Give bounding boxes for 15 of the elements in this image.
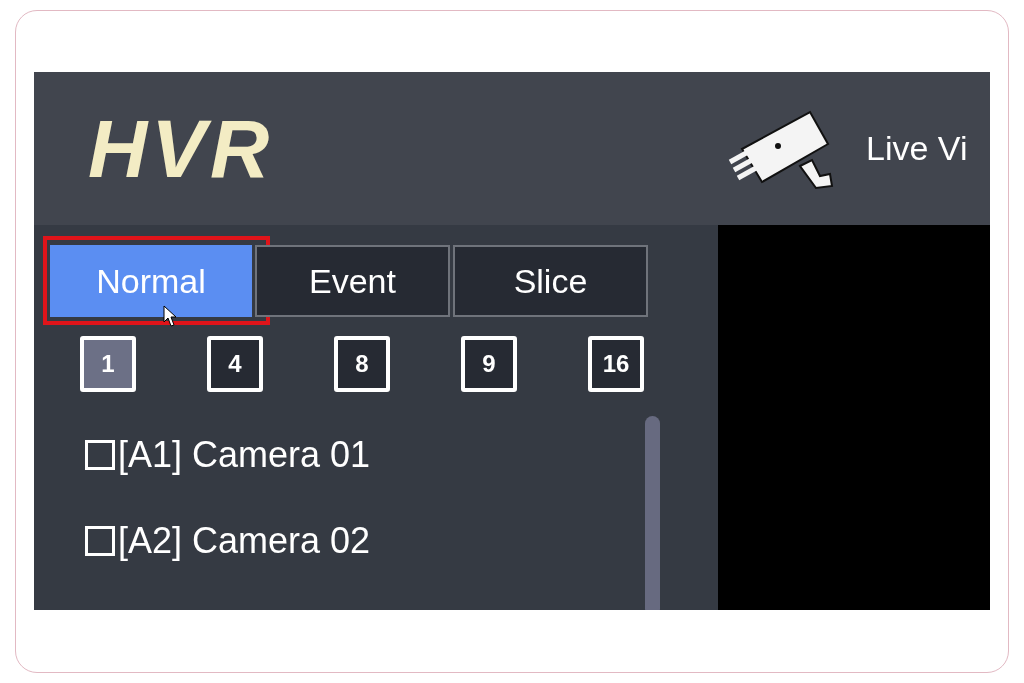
scrollbar[interactable]: [645, 416, 660, 610]
layout-button[interactable]: 16: [588, 336, 644, 392]
cursor-icon: [163, 305, 177, 327]
logo: HVR: [88, 101, 275, 196]
layout-button[interactable]: 4: [207, 336, 263, 392]
tab[interactable]: Slice: [453, 245, 648, 317]
nav-label[interactable]: Live Vi: [866, 129, 968, 168]
camera-label[interactable]: [A2] Camera 02: [118, 520, 371, 562]
camera-label[interactable]: [A1] Camera 01: [118, 434, 371, 476]
layout-button[interactable]: 1: [80, 336, 136, 392]
checkbox[interactable]: [85, 526, 115, 556]
layout-button[interactable]: 9: [461, 336, 517, 392]
tab[interactable]: Event: [255, 245, 450, 317]
layout-button[interactable]: 8: [334, 336, 390, 392]
checkbox[interactable]: [85, 440, 115, 470]
